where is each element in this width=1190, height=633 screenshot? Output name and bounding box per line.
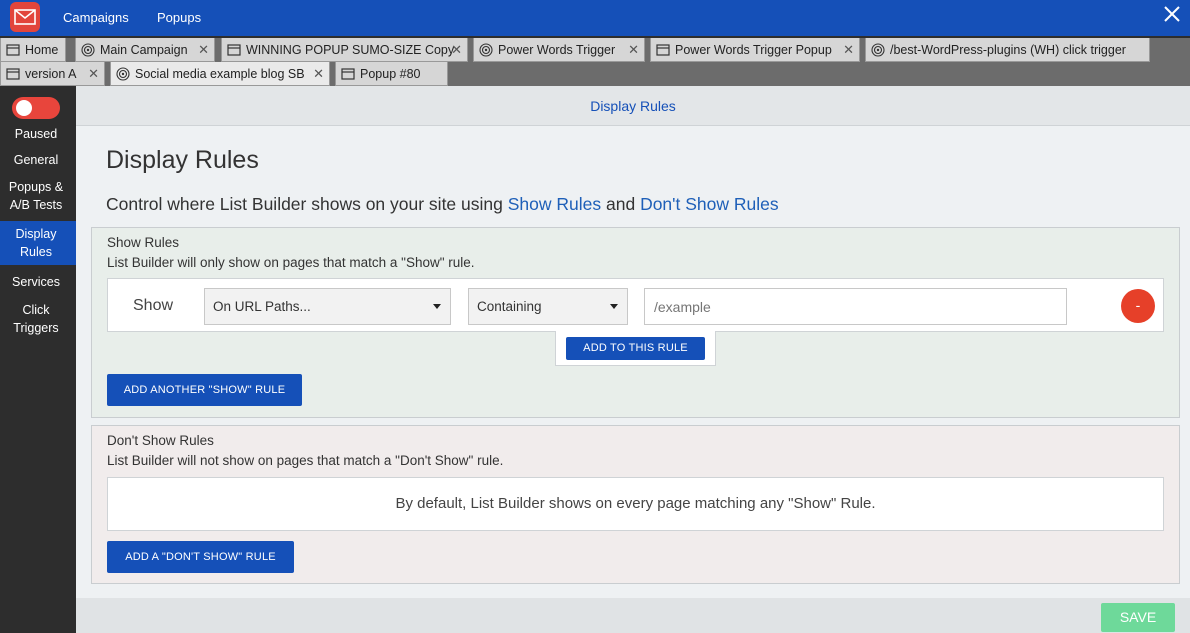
sidebar-item-click-triggers[interactable]: Click Triggers	[0, 298, 76, 338]
tab-label: Popup #80	[360, 66, 421, 81]
footer-bar	[76, 598, 1190, 633]
tab-label: Power Words Trigger	[498, 42, 616, 57]
toggle-knob	[16, 100, 32, 116]
dont-show-rules-panel: Don't Show Rules List Builder will not s…	[91, 425, 1180, 584]
caret-down-icon	[610, 304, 618, 309]
save-button[interactable]: SAVE	[1101, 603, 1175, 632]
condition-value: On URL Paths...	[213, 299, 311, 314]
tab-label: WINNING POPUP SUMO-SIZE Copy	[246, 42, 455, 57]
tab-label: Main Campaign	[100, 42, 188, 57]
dont-show-rules-title: Don't Show Rules	[107, 433, 214, 448]
sidebar-item-label: General	[13, 153, 59, 167]
close-icon[interactable]	[1162, 5, 1182, 25]
mail-logo-icon[interactable]	[10, 2, 40, 32]
tab-power-words-trigger-popup[interactable]: Power Words Trigger Popup ✕	[650, 38, 860, 62]
tab-label: version A	[25, 66, 77, 81]
tab-social-media-example[interactable]: Social media example blog SB ✕	[110, 62, 330, 86]
window-icon	[6, 43, 20, 56]
tab-winning-popup[interactable]: WINNING POPUP SUMO-SIZE Copy ✕	[221, 38, 468, 62]
main-content: Display Rules Display Rules Control wher…	[76, 86, 1190, 633]
tab-row-1: Home Main Campaign ✕ WINNING POPUP SUMO-…	[0, 38, 1190, 62]
dont-show-rules-link[interactable]: Don't Show Rules	[640, 194, 779, 214]
add-another-show-rule-button[interactable]: ADD ANOTHER "SHOW" RULE	[107, 374, 302, 406]
dont-show-rules-description: List Builder will not show on pages that…	[107, 453, 504, 468]
status-label: Paused	[14, 127, 58, 141]
tab-label: Power Words Trigger Popup	[675, 42, 832, 57]
target-icon	[81, 42, 95, 57]
tab-row-2: version A ✕ Social media example blog SB…	[0, 62, 1190, 86]
sidebar-item-label: Rules	[20, 245, 52, 259]
add-to-rule-container: ADD TO THIS RULE	[555, 331, 716, 366]
subtitle-text: Control where List Builder shows on your…	[106, 194, 508, 214]
sidebar-item-label: Services	[12, 275, 60, 289]
tab-close-icon[interactable]: ✕	[198, 42, 209, 58]
page-title: Display Rules	[106, 146, 259, 174]
window-icon	[656, 43, 670, 56]
tab-close-icon[interactable]: ✕	[843, 42, 854, 58]
page-subtitle: Control where List Builder shows on your…	[106, 194, 779, 215]
sidebar-item-label: A/B Tests	[9, 198, 63, 212]
window-icon	[341, 67, 355, 80]
nav-campaigns[interactable]: Campaigns	[63, 10, 129, 25]
status-toggle[interactable]	[12, 97, 60, 119]
caret-down-icon	[433, 304, 441, 309]
show-rules-title: Show Rules	[107, 235, 180, 250]
operator-select[interactable]: Containing	[468, 288, 628, 325]
target-icon	[116, 66, 130, 81]
rule-label: Show	[133, 297, 174, 314]
sidebar-item-label: Triggers	[13, 321, 59, 335]
top-navigation-bar: Campaigns Popups	[0, 0, 1190, 36]
add-to-this-rule-button[interactable]: ADD TO THIS RULE	[566, 337, 705, 360]
window-icon	[227, 43, 241, 56]
remove-rule-button[interactable]: -	[1121, 289, 1155, 323]
tab-label: Social media example blog SB	[135, 66, 305, 81]
tab-close-icon[interactable]: ✕	[313, 66, 324, 82]
tab-version-a[interactable]: version A ✕	[0, 62, 105, 86]
default-info-box: By default, List Builder shows on every …	[107, 477, 1164, 531]
target-icon	[871, 42, 885, 57]
tab-best-wordpress-plugins[interactable]: /best-WordPress-plugins (WH) click trigg…	[865, 38, 1150, 62]
sidebar: Paused General Popups & A/B Tests Displa…	[0, 86, 76, 633]
sidebar-item-services[interactable]: Services	[0, 270, 76, 294]
envelope-icon	[14, 9, 36, 25]
show-rules-panel: Show Rules List Builder will only show o…	[91, 227, 1180, 418]
add-dont-show-rule-button[interactable]: ADD A "DON'T SHOW" RULE	[107, 541, 294, 573]
nav-popups[interactable]: Popups	[157, 10, 201, 25]
tab-close-icon[interactable]: ✕	[451, 42, 462, 58]
tab-power-words-trigger[interactable]: Power Words Trigger ✕	[473, 38, 645, 62]
tab-popup-80[interactable]: Popup #80	[335, 62, 448, 86]
tab-main-campaign[interactable]: Main Campaign ✕	[75, 38, 215, 62]
operator-value: Containing	[477, 299, 542, 314]
show-rules-link[interactable]: Show Rules	[508, 194, 601, 214]
tab-home[interactable]: Home	[0, 38, 66, 62]
section-header: Display Rules	[76, 86, 1190, 126]
sidebar-item-general[interactable]: General	[0, 148, 76, 172]
tab-label: Home	[25, 42, 59, 57]
target-icon	[479, 42, 493, 57]
show-rules-description: List Builder will only show on pages tha…	[107, 255, 475, 270]
window-icon	[6, 67, 20, 80]
sidebar-item-label: Display	[15, 227, 57, 241]
tab-label: /best-WordPress-plugins (WH) click trigg…	[890, 42, 1126, 57]
sidebar-item-popups-ab-tests[interactable]: Popups & A/B Tests	[0, 175, 76, 215]
sidebar-item-label: Popups &	[8, 180, 64, 194]
url-path-input[interactable]	[644, 288, 1067, 325]
subtitle-text: and	[601, 194, 641, 214]
condition-select[interactable]: On URL Paths...	[204, 288, 451, 325]
tab-close-icon[interactable]: ✕	[88, 66, 99, 82]
sidebar-item-display-rules[interactable]: Display Rules	[0, 221, 76, 265]
sidebar-item-label: Click	[22, 303, 50, 317]
show-rule-row: Show On URL Paths... Containing -	[107, 278, 1164, 332]
tab-close-icon[interactable]: ✕	[628, 42, 639, 58]
